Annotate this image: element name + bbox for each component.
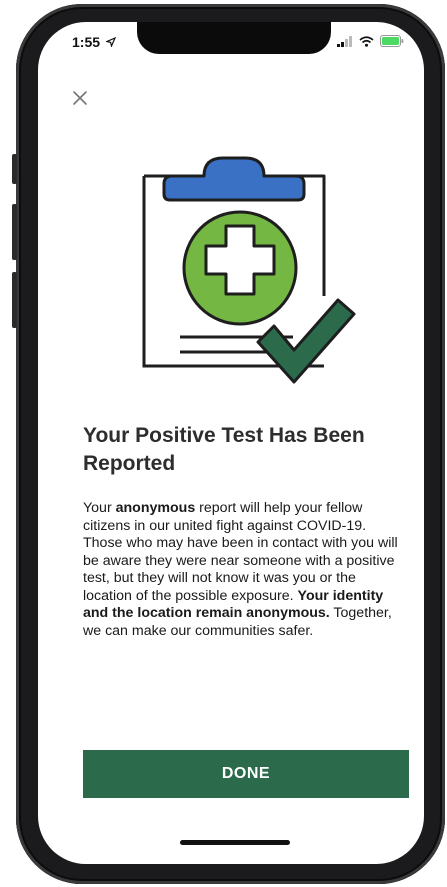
close-button[interactable] [68,86,92,110]
done-button[interactable]: DONE [83,750,409,798]
body-text-part: Your [83,500,116,516]
signal-icon [337,35,352,47]
page-title: Your Positive Test Has Been Reported [83,424,365,475]
notch [137,22,331,54]
clipboard-medical-check-icon [142,156,356,384]
status-time: 1:55 [72,34,117,50]
status-icons [337,35,404,47]
mute-switch [12,154,17,184]
home-indicator[interactable] [180,840,290,845]
body-text: Your anonymous report will help your fel… [83,500,401,640]
status-time-text: 1:55 [72,34,101,50]
location-arrow-icon [105,36,117,48]
wifi-icon [359,35,374,47]
body-text-bold: anonymous [115,500,196,516]
volume-down-button [12,272,17,328]
volume-up-button [12,204,17,260]
done-button-label: DONE [221,765,271,782]
close-icon [73,91,87,105]
screen: 1:55 Your Positive Test Has Been Reporte… [38,22,424,864]
battery-icon [380,35,404,47]
